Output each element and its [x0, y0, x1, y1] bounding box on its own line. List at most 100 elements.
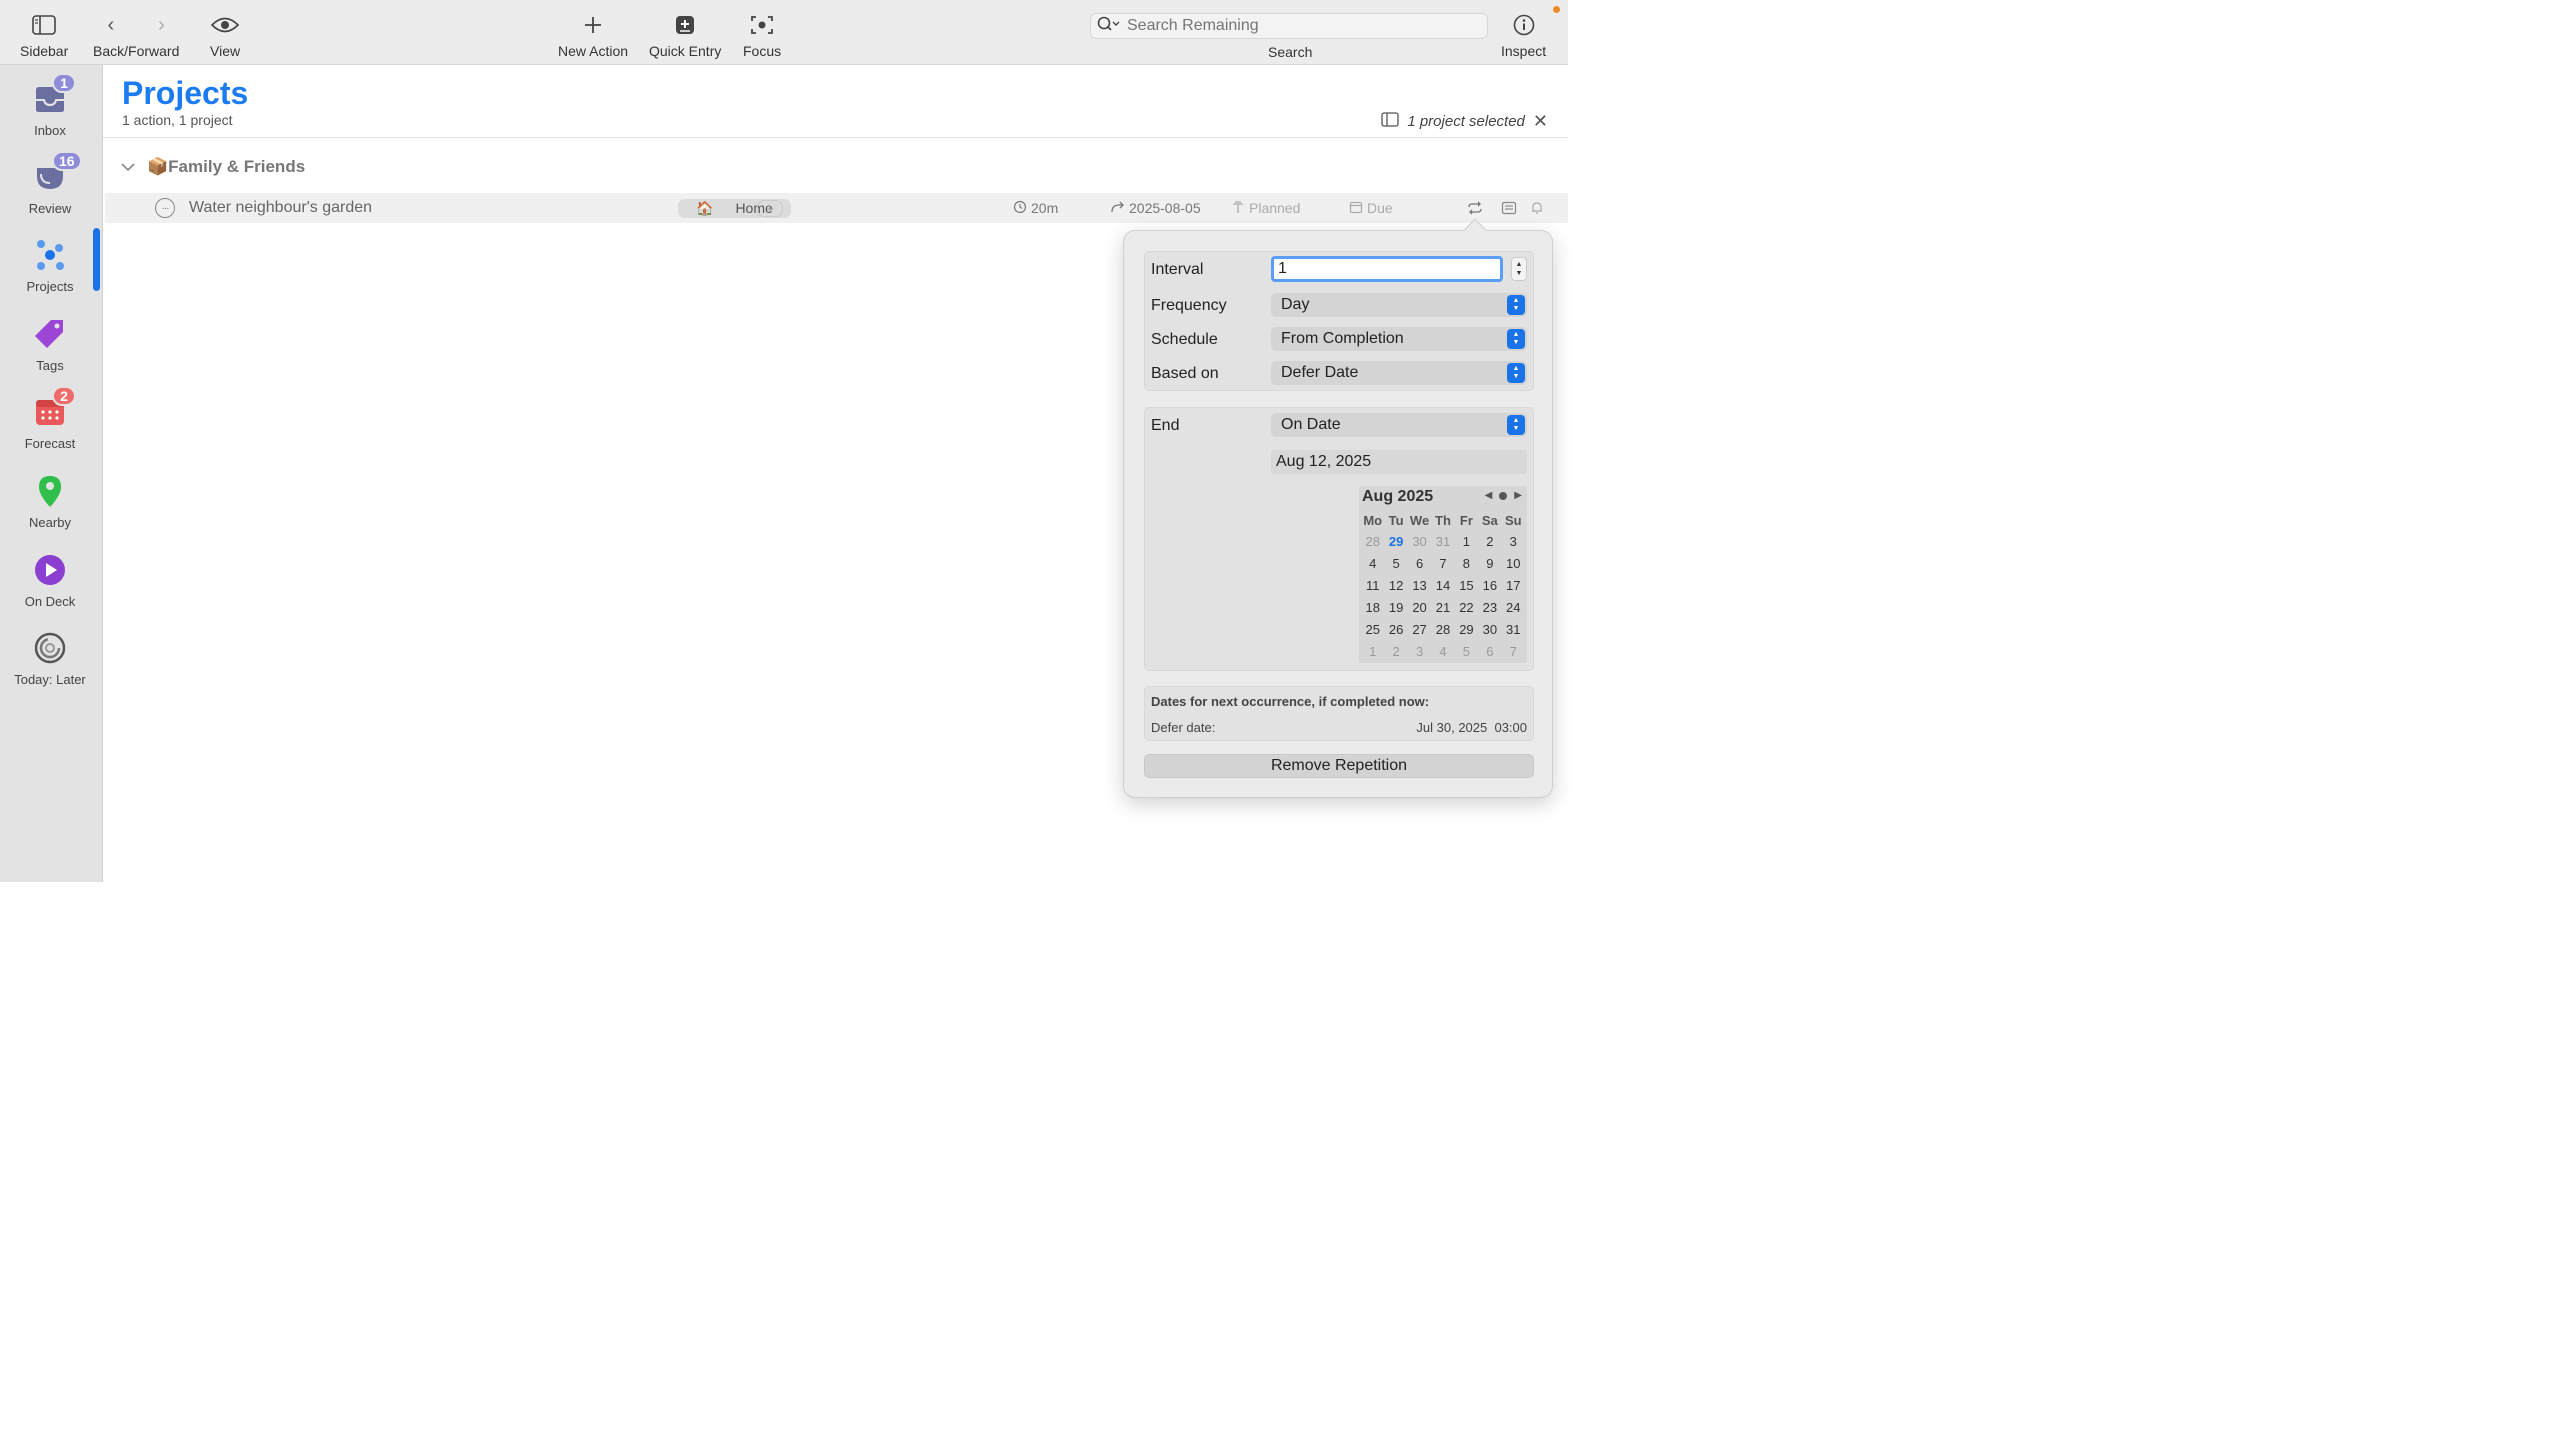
- stepper-up-icon[interactable]: ▲: [1516, 260, 1523, 269]
- calendar-day[interactable]: 30: [1478, 618, 1501, 640]
- quick-entry-icon: [674, 12, 696, 38]
- search-field[interactable]: [1090, 13, 1488, 39]
- calendar-day[interactable]: 24: [1502, 596, 1525, 618]
- calendar-day[interactable]: 7: [1431, 552, 1454, 574]
- forward-chevron-icon[interactable]: ›: [158, 14, 165, 37]
- stepper-down-icon[interactable]: ▼: [1516, 269, 1523, 278]
- bell-icon[interactable]: [1530, 193, 1544, 223]
- sidebar-item-today-later[interactable]: Today: Later: [0, 628, 100, 687]
- sidebar-item-forecast[interactable]: 2 Forecast: [0, 386, 100, 451]
- calendar-day[interactable]: 26: [1384, 618, 1407, 640]
- frequency-select[interactable]: Day ▲ ▼: [1271, 293, 1527, 317]
- back-chevron-icon[interactable]: ‹: [108, 14, 115, 37]
- chevron-down-icon[interactable]: [121, 157, 135, 177]
- calendar-day[interactable]: 30: [1408, 530, 1431, 552]
- remove-repetition-button[interactable]: Remove Repetition: [1144, 754, 1534, 778]
- today-dot-icon[interactable]: [1499, 491, 1508, 500]
- planned-field[interactable]: Planned: [1231, 193, 1300, 223]
- sidebar-item-review[interactable]: 16 Review: [0, 151, 100, 216]
- sidebar-item-label: On Deck: [24, 594, 76, 609]
- calendar-weekday: Th: [1435, 512, 1451, 528]
- home-emoji: 🏠: [687, 198, 723, 218]
- based-on-select[interactable]: Defer Date ▲ ▼: [1271, 361, 1527, 385]
- schedule-value: From Completion: [1281, 330, 1404, 347]
- end-date-field[interactable]: Aug 12, 2025: [1271, 450, 1527, 474]
- focus-button[interactable]: Focus: [743, 12, 781, 59]
- duration-field[interactable]: 20m: [1013, 193, 1058, 223]
- calendar-day[interactable]: 10: [1502, 552, 1525, 574]
- view-button[interactable]: View: [210, 12, 240, 59]
- calendar-day[interactable]: 8: [1455, 552, 1478, 574]
- calendar-day[interactable]: 13: [1408, 574, 1431, 596]
- calendar-day[interactable]: 28: [1431, 618, 1454, 640]
- calendar-day[interactable]: 4: [1431, 640, 1454, 662]
- calendar-day[interactable]: 20: [1408, 596, 1431, 618]
- selection-sidebar-icon[interactable]: [1381, 112, 1399, 131]
- calendar-day[interactable]: 2: [1478, 530, 1501, 552]
- task-status-circle[interactable]: ···: [155, 193, 177, 223]
- due-field[interactable]: Due: [1349, 193, 1393, 223]
- calendar-day[interactable]: 14: [1431, 574, 1454, 596]
- sidebar-item-on-deck[interactable]: On Deck: [0, 550, 100, 609]
- calendar-day[interactable]: 12: [1384, 574, 1407, 596]
- calendar-day[interactable]: 21: [1431, 596, 1454, 618]
- back-forward-control[interactable]: ‹ › Back/Forward: [93, 12, 179, 60]
- new-action-button[interactable]: New Action: [558, 12, 628, 59]
- calendar-day[interactable]: 27: [1408, 618, 1431, 640]
- calendar-day[interactable]: 3: [1502, 530, 1525, 552]
- calendar-day[interactable]: 17: [1502, 574, 1525, 596]
- add-tag-button[interactable]: +: [757, 193, 783, 223]
- calendar-day[interactable]: 6: [1408, 552, 1431, 574]
- calendar-day[interactable]: 31: [1431, 530, 1454, 552]
- close-icon[interactable]: ✕: [1533, 111, 1548, 132]
- selection-info: 1 project selected ✕: [1381, 111, 1548, 132]
- eye-icon: [211, 12, 240, 38]
- interval-input[interactable]: [1271, 256, 1503, 282]
- sidebar-item-projects[interactable]: Projects: [0, 235, 100, 294]
- calendar-day[interactable]: 9: [1478, 552, 1501, 574]
- calendar-day[interactable]: 7: [1502, 640, 1525, 662]
- calendar-day[interactable]: 29: [1455, 618, 1478, 640]
- schedule-select[interactable]: From Completion ▲ ▼: [1271, 327, 1527, 351]
- task-name[interactable]: Water neighbour's garden: [189, 193, 372, 223]
- sidebar-toggle-button[interactable]: Sidebar: [20, 12, 68, 59]
- sidebar-item-nearby[interactable]: Nearby: [0, 471, 100, 530]
- calendar-day[interactable]: 5: [1455, 640, 1478, 662]
- calendar-day[interactable]: 4: [1361, 552, 1384, 574]
- calendar-day[interactable]: 28: [1361, 530, 1384, 552]
- calendar-day[interactable]: 3: [1408, 640, 1431, 662]
- calendar-day[interactable]: 22: [1455, 596, 1478, 618]
- next-month-icon[interactable]: ▶: [1514, 490, 1522, 501]
- calendar: Aug 2025 ◀ ▶ Mo Tu We Th Fr Sa Su 28 29 30 31 1 2 3 4 5…: [1359, 486, 1527, 663]
- calendar-day[interactable]: 23: [1478, 596, 1501, 618]
- calendar-day[interactable]: 18: [1361, 596, 1384, 618]
- search-input[interactable]: [1127, 17, 1467, 35]
- based-on-label: Based on: [1151, 365, 1219, 382]
- calendar-day[interactable]: 6: [1478, 640, 1501, 662]
- sidebar-item-inbox[interactable]: 1 Inbox: [0, 73, 100, 138]
- calendar-day[interactable]: 2: [1384, 640, 1407, 662]
- calendar-nav: ◀ ▶: [1485, 490, 1522, 501]
- defer-date-field[interactable]: 2025-08-05: [1111, 193, 1201, 223]
- interval-stepper[interactable]: ▲ ▼: [1511, 257, 1527, 281]
- plus-icon: [583, 12, 603, 38]
- inspect-button[interactable]: Inspect: [1501, 12, 1546, 59]
- quick-entry-button[interactable]: Quick Entry: [649, 12, 721, 59]
- sidebar-item-tags[interactable]: Tags: [0, 314, 100, 373]
- table-row[interactable]: ··· Water neighbour's garden 🏠 Home + 20m…: [105, 193, 1568, 223]
- calendar-day[interactable]: 11: [1361, 574, 1384, 596]
- end-select[interactable]: On Date ▲ ▼: [1271, 413, 1527, 437]
- calendar-day[interactable]: 15: [1455, 574, 1478, 596]
- calendar-day[interactable]: 5: [1384, 552, 1407, 574]
- calendar-day[interactable]: 1: [1455, 530, 1478, 552]
- note-icon[interactable]: [1501, 193, 1517, 223]
- previous-month-icon[interactable]: ◀: [1485, 490, 1493, 501]
- duration-value: 20m: [1031, 200, 1059, 216]
- calendar-day[interactable]: 19: [1384, 596, 1407, 618]
- calendar-day[interactable]: 31: [1502, 618, 1525, 640]
- calendar-day[interactable]: 25: [1361, 618, 1384, 640]
- project-group-row[interactable]: 📦 Family & Friends: [121, 157, 305, 177]
- calendar-day[interactable]: 1: [1361, 640, 1384, 662]
- calendar-day[interactable]: 29: [1384, 530, 1407, 552]
- calendar-day[interactable]: 16: [1478, 574, 1501, 596]
